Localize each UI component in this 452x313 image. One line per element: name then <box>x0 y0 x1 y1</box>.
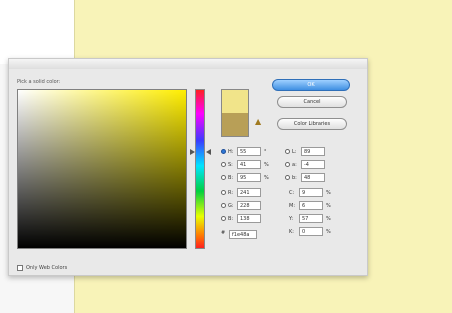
color-libraries-button[interactable]: Color Libraries <box>277 118 347 130</box>
lab-l-radio[interactable] <box>285 149 290 154</box>
left-panel-top <box>0 0 74 64</box>
only-web-colors-checkbox[interactable] <box>17 265 23 271</box>
magenta-unit: % <box>326 203 331 209</box>
magenta-input[interactable]: 6 <box>299 201 323 210</box>
hue-slider[interactable] <box>195 89 205 249</box>
black-label: K: <box>289 229 294 235</box>
green-field-row[interactable]: G: 228 <box>221 201 266 211</box>
cyan-field-row[interactable]: C: 9 % <box>289 188 344 198</box>
yellow-unit: % <box>326 216 331 222</box>
out-of-gamut-warning-icon[interactable]: ▲ <box>255 117 263 127</box>
hex-label: # <box>221 230 226 236</box>
ok-button[interactable]: OK <box>272 79 350 91</box>
green-label: G: <box>228 203 234 209</box>
cancel-button[interactable]: Cancel <box>277 96 347 108</box>
lab-a-field-row[interactable]: a: -4 <box>285 160 330 170</box>
yellow-field-row[interactable]: Y: 57 % <box>289 214 344 224</box>
blue-field-row[interactable]: B: 138 <box>221 214 266 224</box>
lab-a-input[interactable]: -4 <box>301 160 325 169</box>
hue-field-row[interactable]: H: 55 ° <box>221 147 276 157</box>
blue-radio[interactable] <box>221 216 226 221</box>
lab-l-input[interactable]: 89 <box>301 147 325 156</box>
lab-a-label: a: <box>292 162 297 168</box>
magenta-field-row[interactable]: M: 6 % <box>289 201 344 211</box>
lab-b-field-row[interactable]: b: 48 <box>285 173 330 183</box>
magenta-label: M: <box>289 203 295 209</box>
blue-label: B: <box>228 216 234 222</box>
cyan-input[interactable]: 9 <box>299 188 323 197</box>
black-input[interactable]: 0 <box>299 227 323 236</box>
only-web-colors-label: Only Web Colors <box>26 265 68 271</box>
cyan-label: C: <box>289 190 295 196</box>
blue-input[interactable]: 138 <box>237 214 261 223</box>
yellow-label: Y: <box>289 216 294 222</box>
saturation-unit: % <box>264 162 269 168</box>
lab-l-label: L: <box>292 149 297 155</box>
red-radio[interactable] <box>221 190 226 195</box>
red-field-row[interactable]: R: 241 <box>221 188 266 198</box>
green-radio[interactable] <box>221 203 226 208</box>
hue-input[interactable]: 55 <box>237 147 261 156</box>
black-unit: % <box>326 229 331 235</box>
pick-solid-color-label: Pick a solid color: <box>17 79 61 85</box>
brightness-input[interactable]: 95 <box>237 173 261 182</box>
dialog-title-bar[interactable] <box>9 59 367 69</box>
hue-slider-right-arrow[interactable] <box>206 149 211 155</box>
brightness-radio[interactable] <box>221 175 226 180</box>
lab-b-input[interactable]: 48 <box>301 173 325 182</box>
cyan-unit: % <box>326 190 331 196</box>
current-color-swatch[interactable] <box>221 113 249 137</box>
color-field[interactable] <box>17 89 187 249</box>
hue-radio[interactable] <box>221 149 226 154</box>
hue-unit: ° <box>264 149 267 155</box>
brightness-label: B: <box>228 175 234 181</box>
lab-l-field-row[interactable]: L: 89 <box>285 147 330 157</box>
yellow-input[interactable]: 57 <box>299 214 323 223</box>
red-label: R: <box>228 190 234 196</box>
saturation-label: S: <box>228 162 233 168</box>
new-color-swatch <box>221 89 249 113</box>
red-input[interactable]: 241 <box>237 188 261 197</box>
brightness-unit: % <box>264 175 269 181</box>
lab-b-radio[interactable] <box>285 175 290 180</box>
saturation-input[interactable]: 41 <box>237 160 261 169</box>
hex-field-row[interactable]: # f1e48a <box>221 230 261 240</box>
black-field-row[interactable]: K: 0 % <box>289 227 344 237</box>
brightness-field-row[interactable]: B: 95 % <box>221 173 276 183</box>
hue-label: H: <box>228 149 234 155</box>
saturation-radio[interactable] <box>221 162 226 167</box>
saturation-field-row[interactable]: S: 41 % <box>221 160 276 170</box>
green-input[interactable]: 228 <box>237 201 261 210</box>
color-picker-dialog: Pick a solid color: ▲ OK Cancel Color Li… <box>8 58 368 276</box>
hex-input[interactable]: f1e48a <box>229 230 257 239</box>
lab-b-label: b: <box>292 175 297 181</box>
hue-slider-left-arrow[interactable] <box>190 149 195 155</box>
lab-a-radio[interactable] <box>285 162 290 167</box>
